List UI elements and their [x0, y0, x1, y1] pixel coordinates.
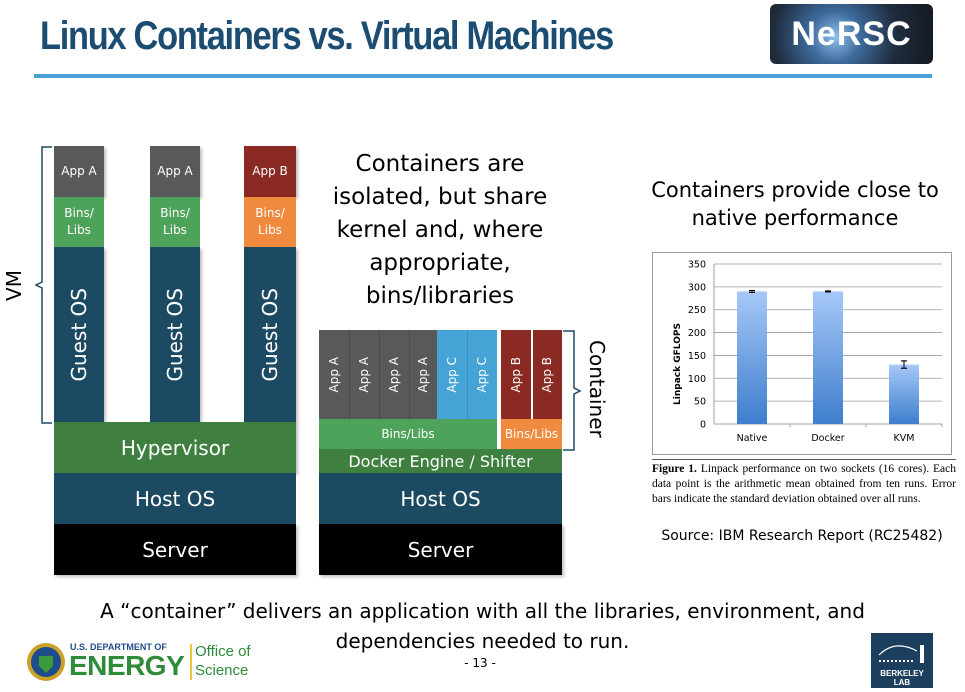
vm-server-layer: Server — [54, 524, 296, 575]
container-bracket-icon — [563, 330, 582, 451]
y-tick-label: 200 — [688, 328, 706, 339]
container-app: App A — [349, 330, 379, 419]
vm-bins-2: Bins/ Libs — [150, 197, 200, 247]
linpack-bar-chart: 0 50 100 150 200 250 300 350 Native Docker KVM Li… — [673, 260, 943, 444]
x-tick-label: Docker — [811, 433, 844, 444]
vm-label: VM — [2, 270, 26, 301]
vm-app-1: App A — [54, 146, 104, 197]
y-tick-label: 250 — [688, 305, 706, 316]
vm-bins-3: Bins/ Libs — [244, 197, 296, 247]
figure-caption: Figure 1. Linpack performance on two soc… — [652, 462, 956, 507]
container-app: App C — [467, 330, 497, 419]
container-host-os-layer: Host OS — [319, 473, 562, 524]
container-label: Container — [585, 340, 609, 438]
center-explanation: Containers are isolated, but share kerne… — [332, 151, 548, 309]
x-tick-label: Native — [737, 433, 768, 444]
vm-guest-os-2: Guest OS — [150, 247, 200, 422]
bar-docker — [813, 291, 843, 424]
container-shared-bins: Bins/Libs — [319, 419, 497, 449]
nersc-logo: NeRSC — [770, 4, 933, 64]
source-citation: Source: IBM Research Report (RC25482) — [661, 528, 943, 544]
performance-heading: Containers provide close to native perfo… — [651, 178, 939, 230]
bar-native — [737, 291, 767, 424]
y-tick-label: 350 — [688, 260, 706, 271]
docker-engine-layer: Docker Engine / Shifter — [319, 449, 562, 473]
doe-logo: U.S. DEPARTMENT OF ENERGY Office of Scie… — [26, 640, 258, 684]
hypervisor-layer: Hypervisor — [54, 422, 296, 473]
y-tick-label: 0 — [700, 420, 706, 431]
guest-os-label: Guest OS — [67, 287, 91, 382]
guest-os-label: Guest OS — [163, 287, 187, 382]
office-line-1: Office of — [195, 643, 251, 660]
bar-kvm — [889, 364, 919, 424]
container-app: App A — [319, 330, 349, 419]
vm-guest-os-1: Guest OS — [54, 247, 104, 422]
doe-energy-text: ENERGY — [69, 650, 185, 681]
berkeley-lab-logo: BERKELEY LAB — [871, 633, 933, 688]
office-line-2: Science — [195, 662, 249, 679]
y-tick-label: 150 — [688, 351, 706, 362]
container-app: App A — [379, 330, 409, 419]
x-tick-label: KVM — [894, 433, 915, 444]
y-tick-label: 50 — [694, 397, 706, 408]
container-bins-b: Bins/Libs — [501, 419, 562, 449]
vm-app-2: App A — [150, 146, 200, 197]
office-of-science-text: Office of Science — [195, 642, 251, 680]
guest-os-label: Guest OS — [258, 287, 282, 382]
container-app: App A — [409, 330, 437, 419]
container-server-layer: Server — [319, 524, 562, 575]
page-number: - 13 - — [464, 656, 496, 670]
caption-divider — [652, 459, 956, 460]
berkeley-building-icon — [878, 645, 924, 663]
logo-divider — [190, 644, 192, 680]
y-tick-label: 100 — [688, 374, 706, 385]
caption-text: Linpack performance on two sockets (16 c… — [652, 463, 956, 505]
vm-host-os-layer: Host OS — [54, 473, 296, 524]
container-app: App B — [501, 330, 531, 419]
doe-seal-icon — [27, 643, 65, 681]
berkeley-lab-text: BERKELEY LAB — [880, 669, 924, 687]
vm-bins-1: Bins/ Libs — [54, 197, 104, 247]
title-divider — [34, 74, 932, 78]
y-axis-label: Linpack GFLOPS — [673, 323, 683, 405]
vm-app-3: App B — [244, 146, 296, 197]
container-app: App C — [437, 330, 467, 419]
caption-label: Figure 1. — [652, 463, 697, 475]
slide-title: Linux Containers vs. Virtual Machines — [40, 14, 614, 58]
vm-guest-os-3: Guest OS — [244, 247, 296, 422]
error-bar — [825, 290, 831, 293]
container-app: App B — [533, 330, 562, 419]
y-tick-label: 300 — [688, 282, 706, 293]
